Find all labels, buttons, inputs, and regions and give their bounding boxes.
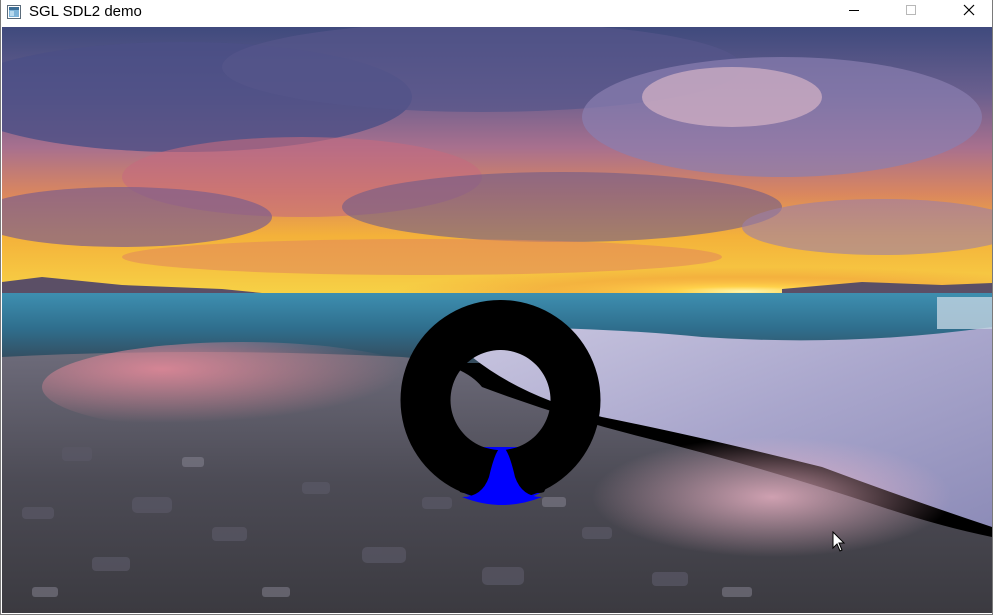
app-window: SGL SDL2 demo	[0, 0, 993, 615]
minimize-icon	[848, 3, 860, 21]
sunset-beach-photo	[2, 27, 992, 613]
render-canvas[interactable]	[2, 27, 992, 613]
minimize-button[interactable]	[826, 0, 882, 24]
sdl-window-icon[interactable]	[7, 5, 21, 19]
close-icon	[963, 3, 975, 21]
close-button[interactable]	[941, 0, 993, 24]
maximize-button[interactable]	[883, 0, 939, 24]
maximize-icon	[905, 3, 917, 21]
arrow-pointer-icon	[832, 530, 846, 553]
window-title: SGL SDL2 demo	[29, 3, 142, 20]
title-bar[interactable]: SGL SDL2 demo	[1, 0, 992, 27]
